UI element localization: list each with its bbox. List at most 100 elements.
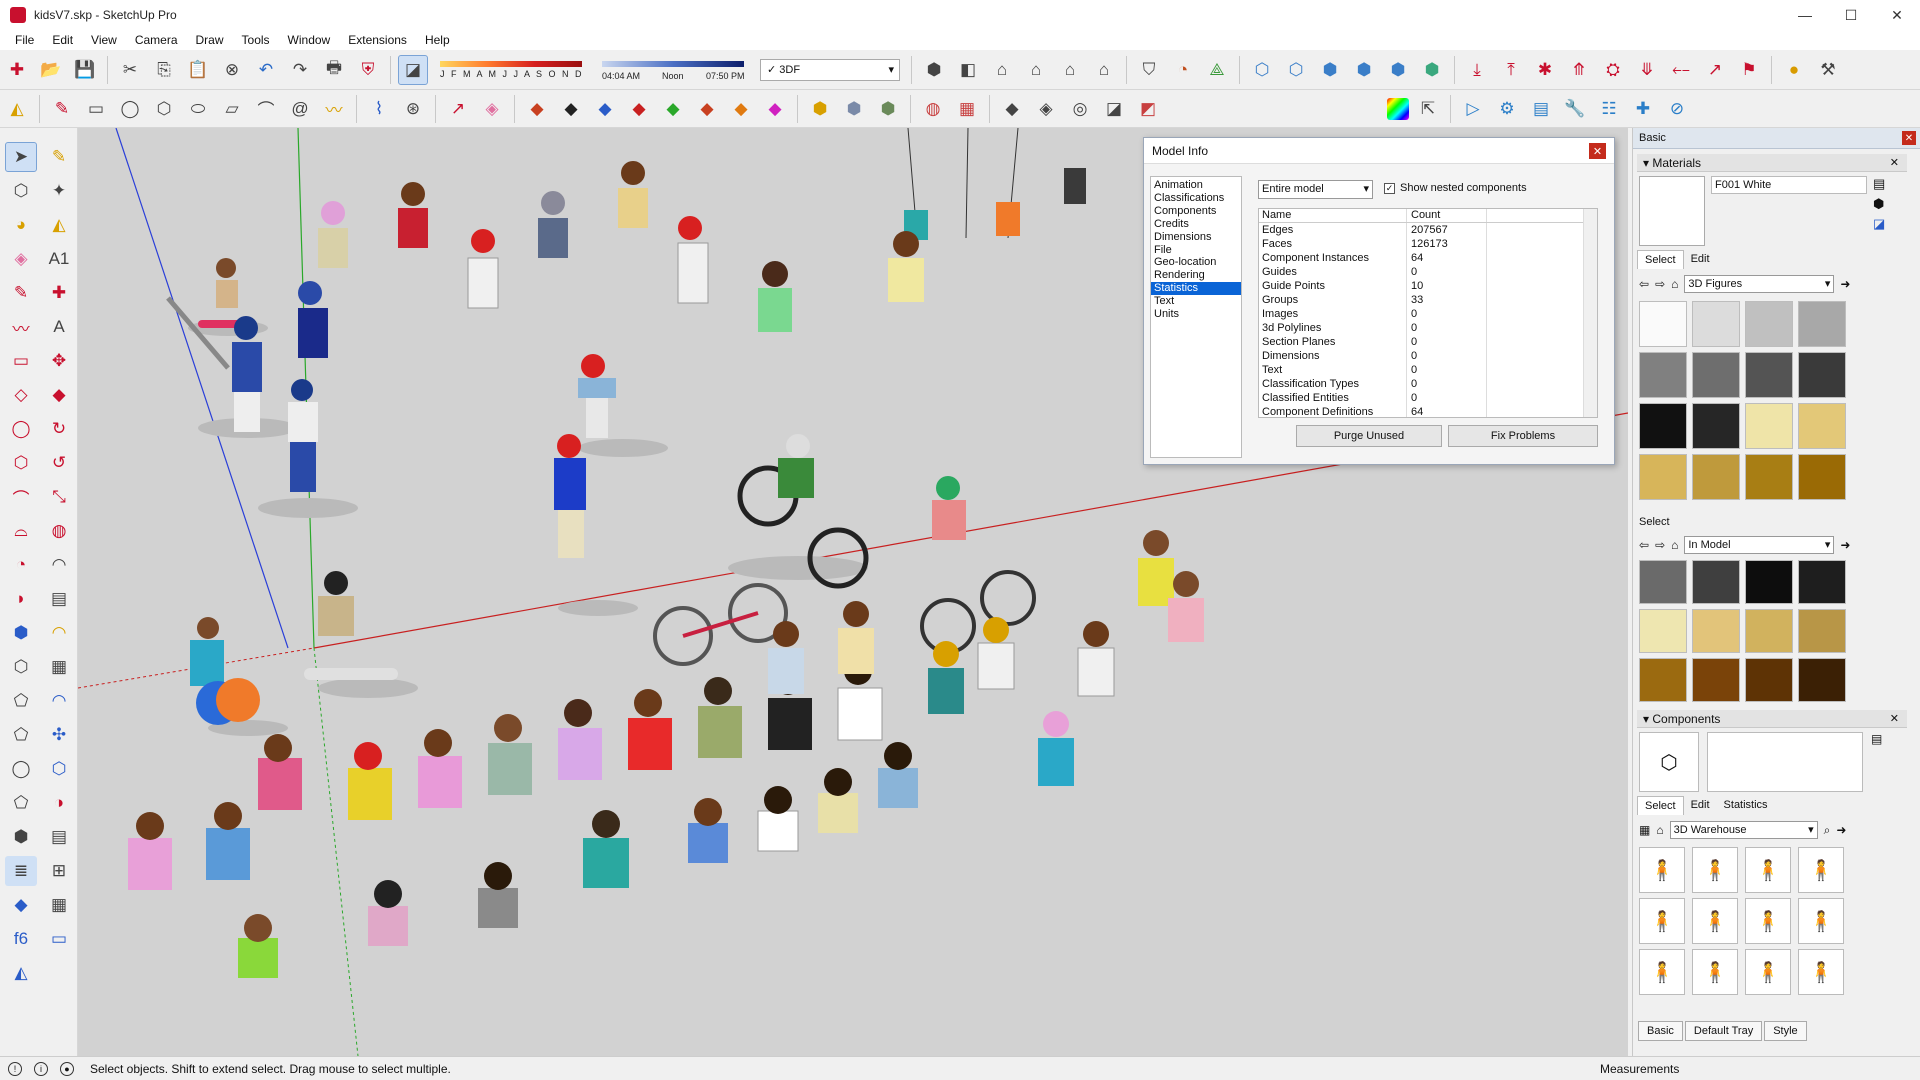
- copy-icon[interactable]: ⎘: [149, 55, 179, 85]
- style-dropdown[interactable]: ✓ 3DF: [760, 58, 900, 81]
- rectangle-tool-icon[interactable]: ▭: [5, 346, 37, 376]
- tray-tab-style[interactable]: Style: [1764, 1021, 1807, 1041]
- pencil-icon[interactable]: ✎: [47, 94, 77, 124]
- column-header-count[interactable]: Count: [1407, 209, 1487, 222]
- component-thumb-kid[interactable]: 🧍: [1639, 847, 1685, 893]
- model-material-swatch[interactable]: [1798, 609, 1846, 653]
- figure-bmx-rider[interactable]: [728, 434, 869, 589]
- sliders-icon[interactable]: ☷: [1594, 94, 1624, 124]
- dimension-icon[interactable]: A: [43, 312, 75, 342]
- xray-icon[interactable]: ⬡: [1247, 55, 1277, 85]
- paste-icon[interactable]: 📋: [183, 55, 213, 85]
- line-tool-icon[interactable]: ↗: [443, 94, 473, 124]
- iso-view-icon[interactable]: ⬢: [919, 55, 949, 85]
- polygon-icon[interactable]: ⬡: [149, 94, 179, 124]
- rotate-tool-icon[interactable]: ↻: [43, 414, 75, 444]
- model-material-swatch[interactable]: [1745, 609, 1793, 653]
- show-nested-checkbox[interactable]: ✓: [1384, 182, 1395, 194]
- component-thumb-kid[interactable]: 🧍: [1798, 898, 1844, 944]
- back-arrow-icon[interactable]: ⇦: [1639, 538, 1649, 552]
- model-material-swatch[interactable]: [1745, 560, 1793, 604]
- scenes-icon[interactable]: ▦: [43, 890, 75, 920]
- zoom-icon[interactable]: ⬠: [5, 720, 37, 750]
- fix-problems-button[interactable]: Fix Problems: [1448, 425, 1598, 447]
- terrain-icon[interactable]: ▤: [43, 584, 75, 614]
- circle-icon[interactable]: ◯: [115, 94, 145, 124]
- geo-location-icon[interactable]: ●: [1779, 55, 1809, 85]
- material-swatch[interactable]: [1692, 403, 1740, 449]
- right-view-icon[interactable]: ⌂: [1021, 55, 1051, 85]
- scope-dropdown[interactable]: Entire model: [1258, 180, 1373, 199]
- model-material-swatch[interactable]: [1692, 560, 1740, 604]
- material-swatch[interactable]: [1798, 352, 1846, 398]
- undo-icon[interactable]: ↶: [251, 55, 281, 85]
- material-swatch[interactable]: [1692, 301, 1740, 347]
- circle-tool-icon[interactable]: ◯: [5, 414, 37, 444]
- style-builder-icon[interactable]: ⚑: [1734, 55, 1764, 85]
- material-swatch[interactable]: [1639, 352, 1687, 398]
- category-item[interactable]: File: [1151, 244, 1241, 257]
- details-arrow-icon[interactable]: ➜: [1840, 538, 1850, 552]
- menu-tools[interactable]: Tools: [233, 33, 279, 47]
- material-name-field[interactable]: F001 White: [1711, 176, 1867, 194]
- tray-tab-basic[interactable]: Basic: [1638, 1021, 1683, 1041]
- components-header[interactable]: ▾ Components ✕: [1637, 710, 1907, 728]
- figure-top-group[interactable]: [298, 161, 924, 358]
- make-group-icon[interactable]: ⬢: [805, 94, 835, 124]
- time-slider-track[interactable]: [602, 60, 744, 67]
- library-dropdown[interactable]: 3D Figures: [1684, 275, 1835, 293]
- extrude-y-icon[interactable]: ◆: [624, 94, 654, 124]
- material-swatch[interactable]: [1639, 301, 1687, 347]
- details-arrow-icon[interactable]: ➜: [1840, 277, 1850, 291]
- component-thumb-kid[interactable]: 🧍: [1692, 898, 1738, 944]
- bezier-icon[interactable]: ⊛: [398, 94, 428, 124]
- polygon-tool-icon[interactable]: ⬡: [5, 448, 37, 478]
- send-to-layout-icon[interactable]: ↗: [1700, 55, 1730, 85]
- component-detail-icon[interactable]: ▤: [1871, 732, 1882, 792]
- figure-girl-balloons[interactable]: [190, 617, 288, 736]
- stamp-icon[interactable]: ▦: [43, 652, 75, 682]
- cut-icon[interactable]: ✂: [115, 55, 145, 85]
- model-material-swatch[interactable]: [1639, 560, 1687, 604]
- shaded-textures-icon[interactable]: ⬢: [1383, 55, 1413, 85]
- purge-unused-button[interactable]: Purge Unused: [1296, 425, 1442, 447]
- hidden-line-icon[interactable]: ⬢: [1315, 55, 1345, 85]
- model-material-swatch[interactable]: [1745, 658, 1793, 702]
- save-icon[interactable]: 💾: [70, 55, 100, 85]
- materials-close-icon[interactable]: ✕: [1890, 156, 1899, 169]
- materials-header[interactable]: ▾ Materials ✕: [1637, 154, 1907, 172]
- warehouse-search-input[interactable]: 3D Warehouse: [1669, 821, 1818, 839]
- home-icon[interactable]: ⌂: [1671, 538, 1678, 552]
- rectangle-icon[interactable]: ▭: [81, 94, 111, 124]
- ellipse-icon[interactable]: ⬭: [183, 94, 213, 124]
- material-swatch[interactable]: [1692, 352, 1740, 398]
- section-display-icon[interactable]: ◆: [5, 890, 37, 920]
- rotated-rect-icon[interactable]: ◇: [5, 380, 37, 410]
- layout-icon[interactable]: ⤋: [1632, 55, 1662, 85]
- details-arrow-icon[interactable]: ➜: [1836, 823, 1846, 837]
- outer-shell-icon[interactable]: ⛉: [1134, 55, 1164, 85]
- material-swatch[interactable]: [1798, 403, 1846, 449]
- search-icon[interactable]: ⌕: [1824, 823, 1831, 838]
- erase-icon[interactable]: ⊗: [217, 55, 247, 85]
- tray-tab-default[interactable]: Default Tray: [1684, 1021, 1763, 1041]
- select-arrow-icon[interactable]: ➤: [5, 142, 37, 172]
- orbit-icon[interactable]: ⬡: [5, 652, 37, 682]
- tray-close-icon[interactable]: ✕: [1902, 131, 1916, 145]
- menu-edit[interactable]: Edit: [43, 33, 82, 47]
- layout-export-icon[interactable]: ◭: [5, 958, 37, 988]
- model-material-swatch[interactable]: [1798, 560, 1846, 604]
- figure-boy-hoodie[interactable]: [304, 571, 418, 698]
- pan-icon[interactable]: ⬠: [5, 686, 37, 716]
- figure-blue-shirt[interactable]: [554, 434, 638, 616]
- left-view-icon[interactable]: ⌂: [1089, 55, 1119, 85]
- extrude-x-icon[interactable]: ◆: [590, 94, 620, 124]
- follow-me-tool-icon[interactable]: ↺: [43, 448, 75, 478]
- warehouse-icon[interactable]: ⤓: [1462, 55, 1492, 85]
- intersect-icon[interactable]: ◪: [1099, 94, 1129, 124]
- material-swatch[interactable]: [1639, 403, 1687, 449]
- component-thumb-kid[interactable]: 🧍: [1798, 949, 1844, 995]
- push-pull-tool-icon[interactable]: ◆: [43, 380, 75, 410]
- sample-paint-icon[interactable]: ⬢: [1873, 196, 1885, 212]
- category-item[interactable]: Credits: [1151, 218, 1241, 231]
